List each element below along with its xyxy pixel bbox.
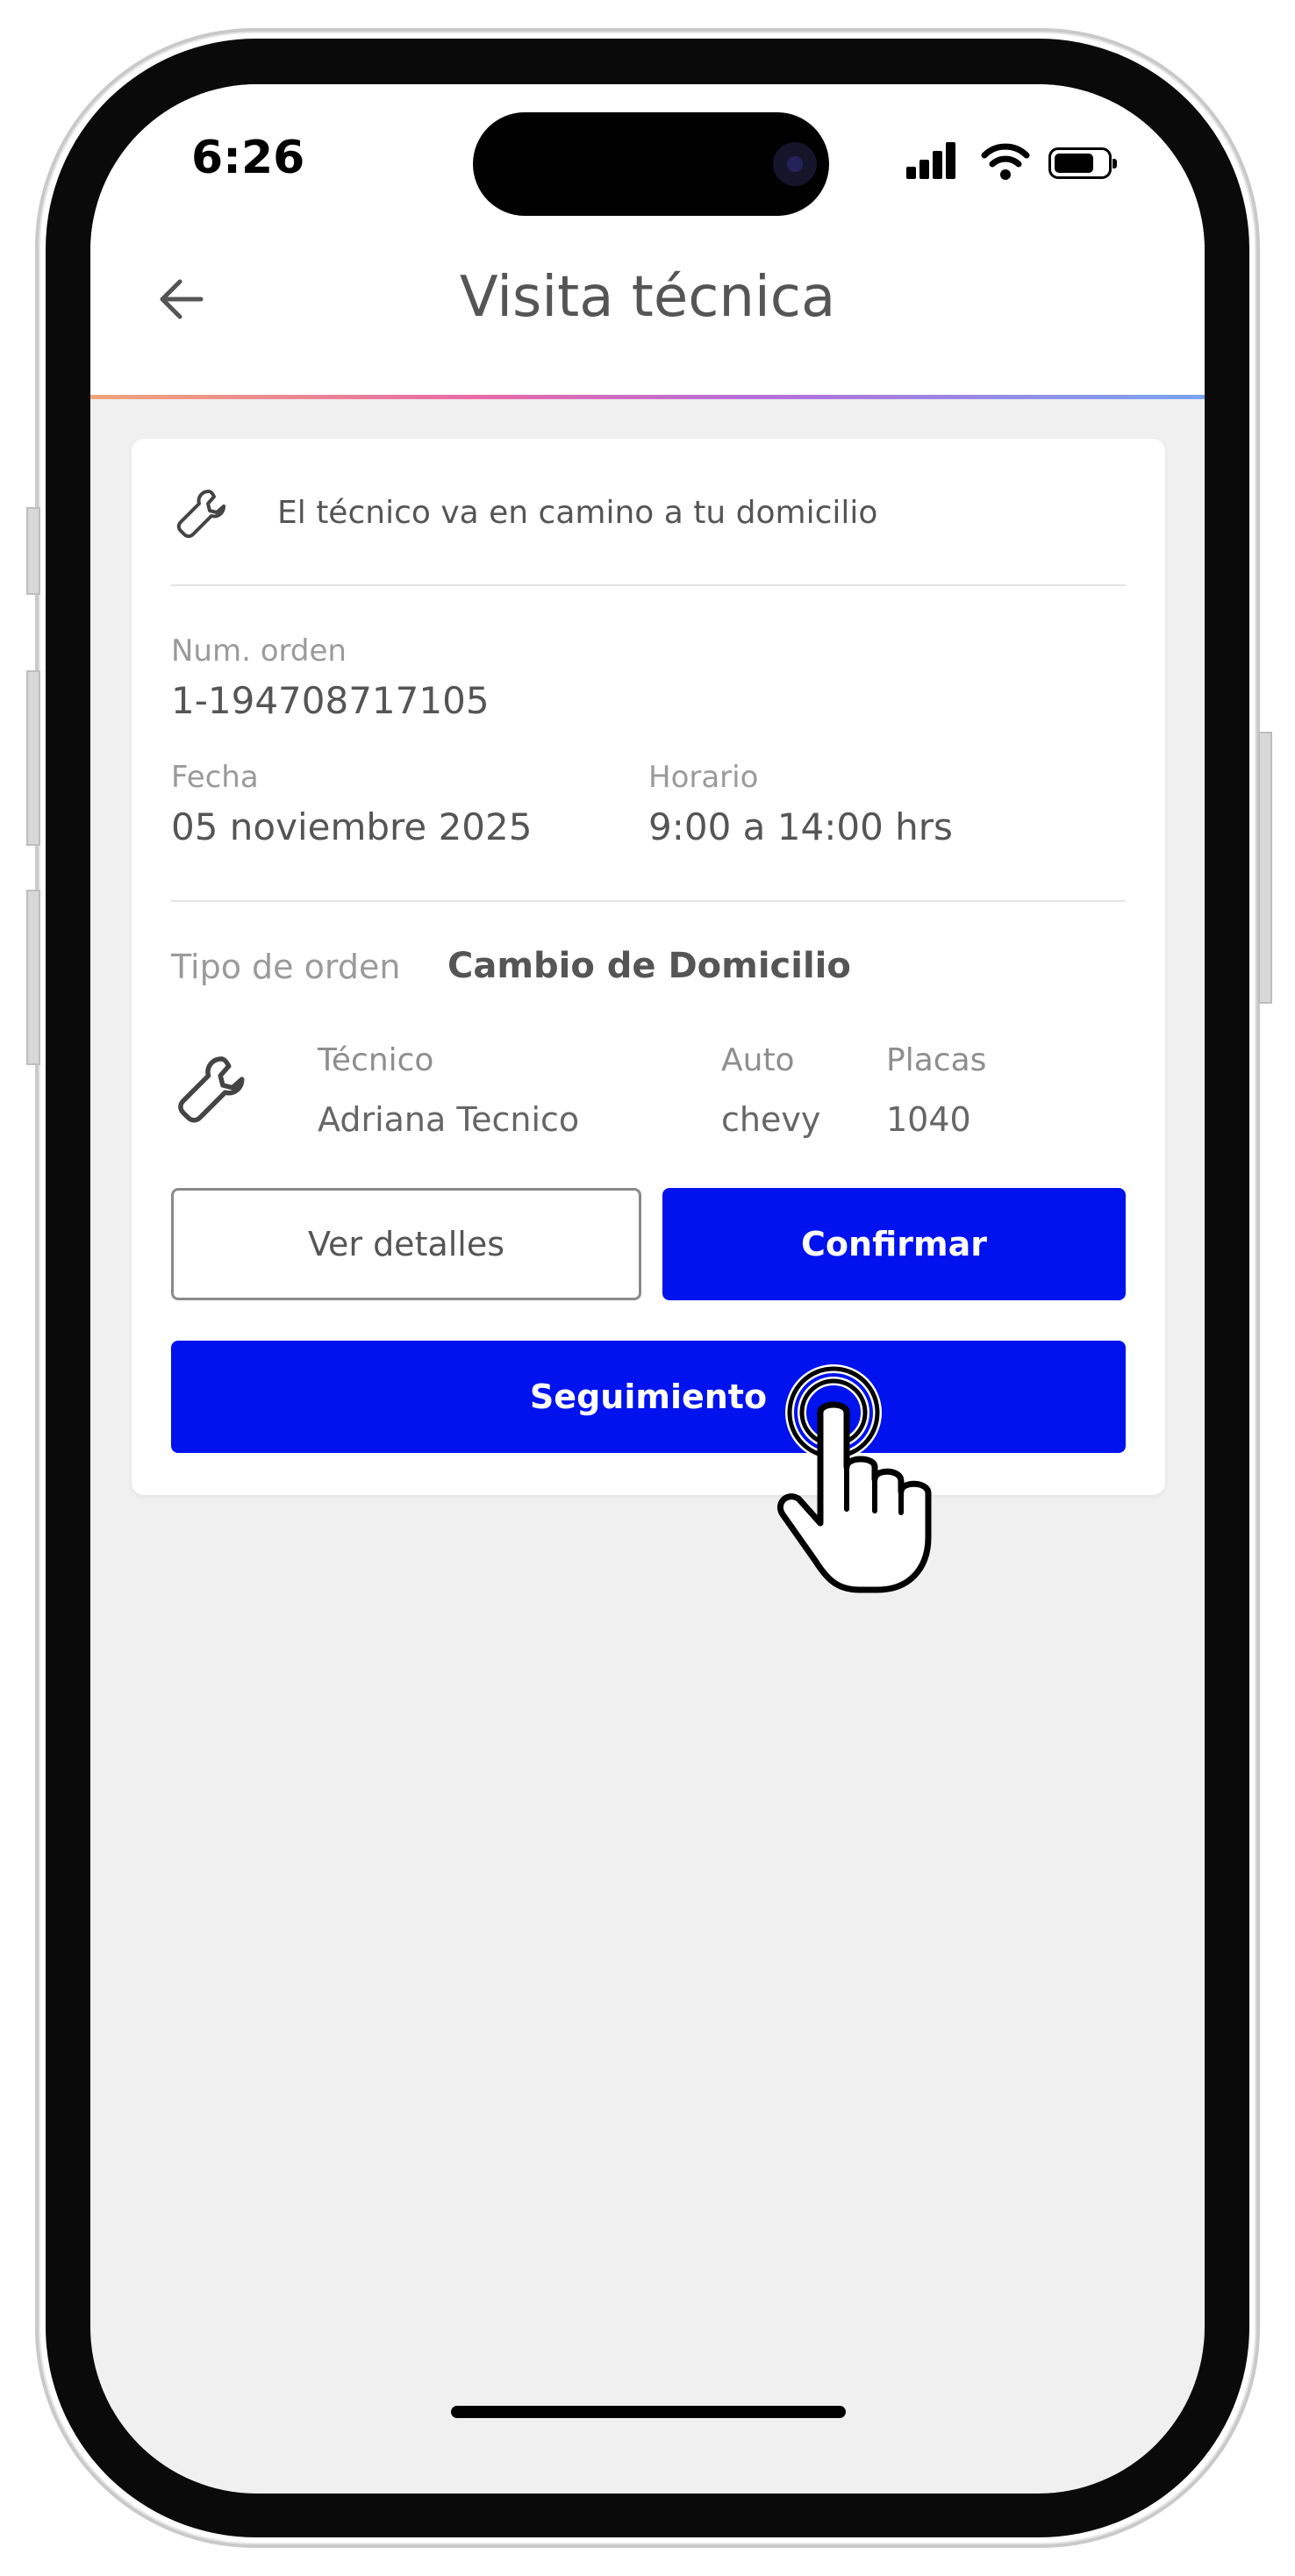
visit-status-row: El técnico va en camino a tu domicilio <box>174 484 1121 539</box>
side-button-power <box>1258 732 1272 1004</box>
tap-hand-icon <box>776 1364 932 1593</box>
side-button-volume-down <box>26 890 40 1065</box>
header-gradient-divider <box>90 395 1205 399</box>
page-title: Visita técnica <box>459 265 836 330</box>
battery-icon <box>1048 147 1117 179</box>
side-button-volume-up <box>26 670 40 846</box>
view-details-button[interactable]: Ver detalles <box>171 1188 641 1300</box>
order-type-value: Cambio de Domicilio <box>447 946 851 986</box>
car-value: chevy <box>721 1100 821 1139</box>
confirm-button[interactable]: Confirmar <box>662 1188 1126 1300</box>
technician-value: Adriana Tecnico <box>318 1100 580 1139</box>
order-type-label: Tipo de orden <box>171 948 401 986</box>
schedule-label: Horario <box>648 760 759 795</box>
signal-icon <box>906 140 959 179</box>
wifi-icon <box>981 143 1030 180</box>
follow-up-button[interactable]: Seguimiento <box>171 1341 1126 1453</box>
visit-card: El técnico va en camino a tu domicilio N… <box>132 439 1165 1495</box>
wrench-icon <box>176 490 225 539</box>
side-button-mute <box>26 507 40 595</box>
technician-label: Técnico <box>318 1042 434 1078</box>
plates-label: Placas <box>886 1042 987 1078</box>
status-time: 6:26 <box>191 132 305 184</box>
visit-status-text: El técnico va en camino a tu domicilio <box>277 495 878 531</box>
date-label: Fecha <box>171 760 259 795</box>
schedule-value: 9:00 a 14:00 hrs <box>648 805 953 848</box>
plates-value: 1040 <box>886 1100 971 1139</box>
screen: 6:26 Visita técnica El técnico va en cam… <box>90 84 1205 2494</box>
camera-icon <box>773 142 817 186</box>
card-divider <box>171 584 1126 586</box>
wrench-icon <box>178 1056 245 1123</box>
date-value: 05 noviembre 2025 <box>171 805 533 848</box>
order-number-label: Num. orden <box>171 633 347 669</box>
home-indicator <box>451 2406 846 2418</box>
order-number-value: 1-194708717105 <box>171 679 490 722</box>
card-divider <box>171 900 1126 902</box>
status-icons <box>906 140 1134 184</box>
car-label: Auto <box>721 1042 795 1078</box>
